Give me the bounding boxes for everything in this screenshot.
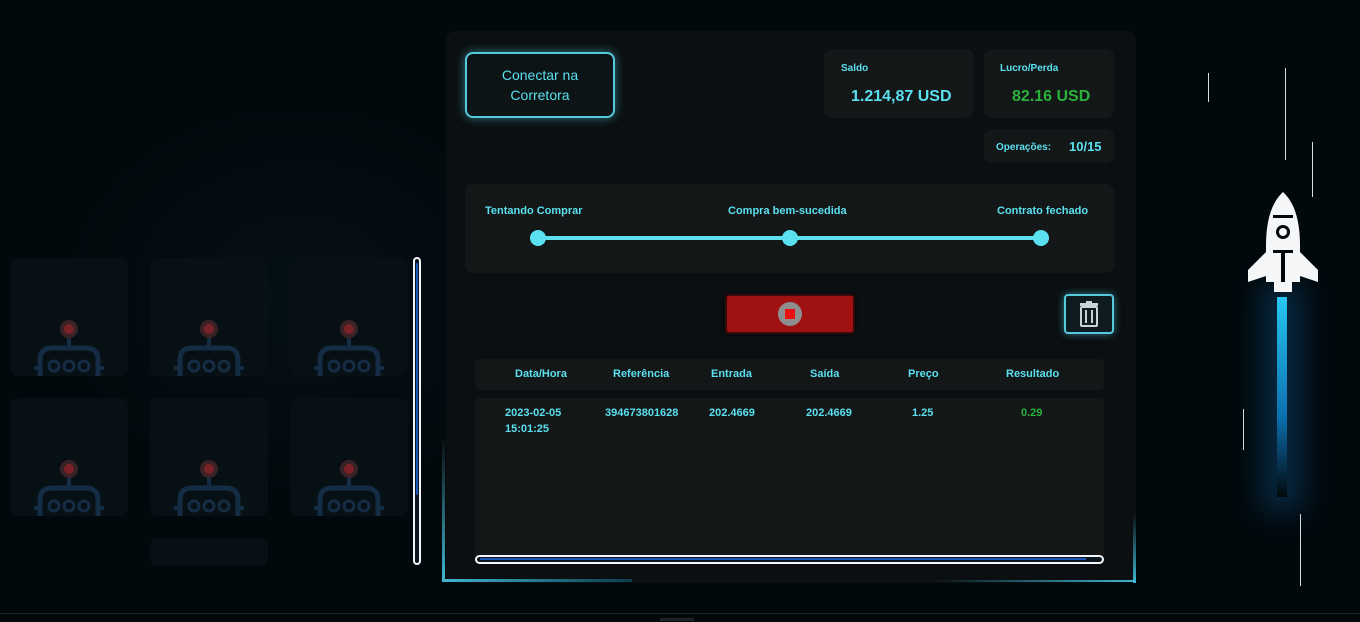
robot-card[interactable] [290, 258, 408, 376]
panel-glow [1133, 513, 1136, 583]
cell-result: 0.29 [1021, 407, 1043, 419]
balance-card: Saldo 1.214,87 USD [824, 49, 974, 118]
step-label-contract-closed: Contrato fechado [997, 205, 1089, 217]
column-header: Entrada [711, 368, 752, 380]
panel-glow [442, 440, 445, 580]
column-header: Referência [613, 368, 670, 380]
speed-line [1208, 73, 1209, 102]
column-header: Saída [810, 368, 840, 380]
cell-date: 2023-02-05 [505, 407, 562, 419]
operations-value: 10/15 [1069, 139, 1102, 154]
cell-datetime: 2023-02-05 15:01:25 [505, 405, 561, 437]
clear-history-button[interactable] [1064, 294, 1114, 334]
robot-card[interactable] [290, 398, 408, 516]
step-dot [782, 230, 798, 246]
operations-card: Operações: 10/15 [984, 129, 1114, 163]
trash-icon [1080, 301, 1098, 327]
stop-button[interactable] [725, 294, 855, 334]
robot-card[interactable] [150, 398, 268, 516]
robot-icon [314, 460, 384, 516]
speed-line [1243, 409, 1244, 450]
balance-value: 1.214,87 USD [851, 88, 952, 105]
panel-glow [442, 579, 632, 582]
cell-exit: 202.4669 [806, 407, 852, 419]
profit-loss-card: Lucro/Perda 82.16 USD [984, 49, 1114, 118]
robot-icon [174, 460, 244, 516]
step-dot [530, 230, 546, 246]
history-table-header: Data/Hora Referência Entrada Saída Preço… [475, 359, 1104, 390]
scrollbar-thumb[interactable] [416, 263, 418, 495]
profit-loss-label: Lucro/Perda [1000, 63, 1059, 74]
cell-reference: 394673801628 [605, 407, 679, 419]
column-header: Preço [908, 368, 939, 380]
step-dot [1033, 230, 1049, 246]
speed-line [1300, 514, 1301, 586]
connect-broker-label: Conectar na Corretora [501, 67, 579, 103]
robot-card[interactable] [150, 258, 268, 376]
step-label-trying-buy: Tentando Comprar [485, 205, 583, 217]
robot-icon [174, 320, 244, 376]
stop-icon [778, 302, 802, 326]
rocket-icon [1248, 192, 1318, 292]
robot-icon [314, 320, 384, 376]
operations-label: Operações: [996, 142, 1052, 153]
cell-entry: 202.4669 [709, 407, 755, 419]
cell-price: 1.25 [912, 407, 934, 419]
profit-loss-value: 82.16 USD [1012, 88, 1091, 105]
column-header: Resultado [1006, 368, 1060, 380]
history-table-body: 2023-02-05 15:01:25 394673801628 202.466… [475, 398, 1104, 562]
scrollbar-thumb[interactable] [480, 558, 1086, 560]
robot-icon [34, 460, 104, 516]
robot-card[interactable] [10, 258, 128, 376]
robot-list-scrollbar[interactable] [413, 257, 421, 565]
table-horizontal-scrollbar[interactable] [475, 555, 1104, 564]
connect-broker-button[interactable]: Conectar na Corretora [465, 52, 615, 118]
robot-icon [34, 320, 104, 376]
trade-progress: Tentando Comprar Compra bem-sucedida Con… [465, 184, 1114, 273]
robot-card[interactable] [150, 538, 268, 566]
speed-line [1312, 142, 1313, 197]
column-header: Data/Hora [515, 368, 567, 380]
rocket-exhaust [1277, 297, 1287, 497]
panel-glow [930, 580, 1136, 582]
balance-label: Saldo [841, 63, 869, 74]
speed-line [1285, 68, 1286, 160]
robot-card[interactable] [10, 398, 128, 516]
cell-time: 15:01:25 [505, 423, 550, 435]
step-label-buy-success: Compra bem-sucedida [728, 205, 847, 217]
